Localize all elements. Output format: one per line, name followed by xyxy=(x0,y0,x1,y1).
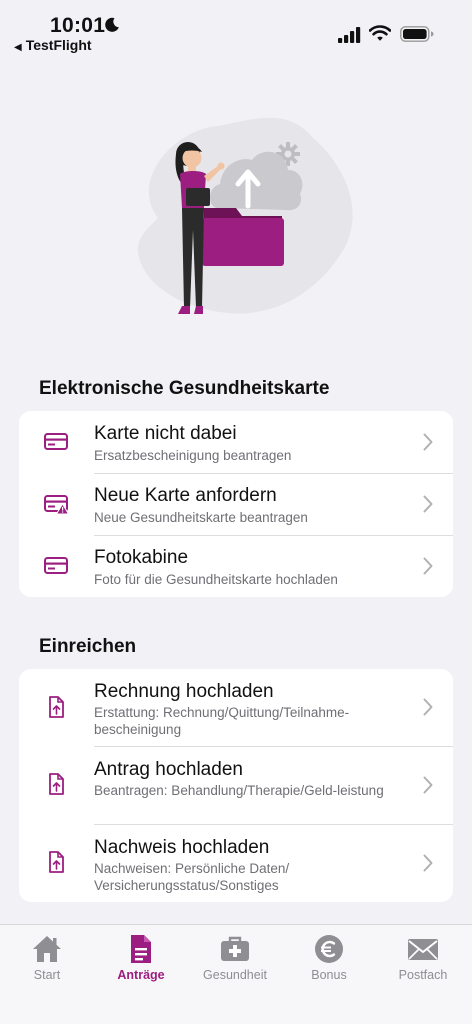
cellular-signal-icon xyxy=(338,27,361,43)
tab-postfach[interactable]: Postfach xyxy=(376,925,470,995)
back-to-app-link[interactable]: ◀ TestFlight xyxy=(14,37,92,53)
list-item-karte-nicht-dabei[interactable]: Karte nicht dabei Ersatzbescheinigung be… xyxy=(19,411,453,473)
gesundheitskarte-card: Karte nicht dabei Ersatzbescheinigung be… xyxy=(19,411,453,597)
tab-gesundheit[interactable]: Gesundheit xyxy=(188,925,282,995)
tab-label: Start xyxy=(33,968,61,982)
status-bar: 10:01 ◀ TestFlight xyxy=(0,0,472,58)
list-item-rechnung-hochladen[interactable]: Rechnung hochladen Erstattung: Rechnung/… xyxy=(19,669,453,746)
item-title: Antrag hochladen xyxy=(94,759,243,780)
list-item-antrag-hochladen[interactable]: Antrag hochladen Beantragen: Behandlung/… xyxy=(19,746,453,824)
wifi-icon xyxy=(369,25,391,41)
document-icon xyxy=(131,935,151,963)
item-title: Rechnung hochladen xyxy=(94,681,274,702)
euro-coin-icon xyxy=(315,935,343,963)
tab-label: Bonus xyxy=(311,968,347,982)
mail-icon xyxy=(408,939,438,960)
document-upload-icon xyxy=(49,773,64,795)
document-upload-icon xyxy=(49,851,64,873)
item-subtitle: Beantragen: Behandlung/Therapie/Geld-lei… xyxy=(94,783,384,798)
item-title: Neue Karte anfordern xyxy=(94,485,277,506)
list-item-fotokabine[interactable]: Fotokabine Foto für die Gesundheitskarte… xyxy=(19,535,453,597)
list-item-nachweis-hochladen[interactable]: Nachweis hochladen Nachweisen: Persönlic… xyxy=(19,824,453,902)
item-subtitle: Nachweisen: Persönliche Daten/ Versicher… xyxy=(94,861,290,893)
item-title: Karte nicht dabei xyxy=(94,423,237,444)
item-subtitle: Erstattung: Rechnung/Quittung/Teilnahme-… xyxy=(94,705,350,737)
item-subtitle: Foto für die Gesundheitskarte hochladen xyxy=(94,572,338,587)
home-icon xyxy=(33,936,61,962)
chevron-right-icon xyxy=(423,433,433,451)
tab-antraege[interactable]: Anträge xyxy=(94,925,188,995)
status-time: 10:01 xyxy=(50,14,106,37)
back-triangle-icon: ◀ xyxy=(14,42,22,53)
card-warning-icon xyxy=(44,495,69,515)
item-subtitle: Ersatzbescheinigung beantragen xyxy=(94,448,292,463)
item-title: Fotokabine xyxy=(94,547,189,568)
document-upload-icon xyxy=(49,696,64,718)
card-icon xyxy=(44,433,68,450)
tab-label: Anträge xyxy=(117,968,165,982)
tab-bar: Start Anträge Gesundheit Bonus Postfach xyxy=(0,924,472,1024)
upload-illustration xyxy=(137,117,353,314)
back-app-label: TestFlight xyxy=(25,37,92,53)
section-title-einreichen: Einreichen xyxy=(39,636,137,657)
einreichen-card: Rechnung hochladen Erstattung: Rechnung/… xyxy=(19,669,453,902)
chevron-right-icon xyxy=(423,557,433,575)
card-icon xyxy=(44,557,68,574)
medical-case-icon xyxy=(221,936,249,961)
tab-label: Gesundheit xyxy=(203,968,267,982)
list-item-neue-karte-anfordern[interactable]: Neue Karte anfordern Neue Gesundheitskar… xyxy=(19,473,453,535)
item-title: Nachweis hochladen xyxy=(94,837,270,858)
chevron-right-icon xyxy=(423,854,433,872)
tab-start[interactable]: Start xyxy=(0,925,94,995)
moon-icon xyxy=(105,17,119,32)
battery-icon xyxy=(400,26,434,42)
tab-label: Postfach xyxy=(398,968,448,982)
chevron-right-icon xyxy=(423,776,433,794)
chevron-right-icon xyxy=(423,495,433,513)
chevron-right-icon xyxy=(423,698,433,716)
item-subtitle: Neue Gesundheitskarte beantragen xyxy=(94,510,308,525)
section-title-gesundheitskarte: Elektronische Gesundheitskarte xyxy=(39,378,330,399)
tab-bonus[interactable]: Bonus xyxy=(282,925,376,995)
